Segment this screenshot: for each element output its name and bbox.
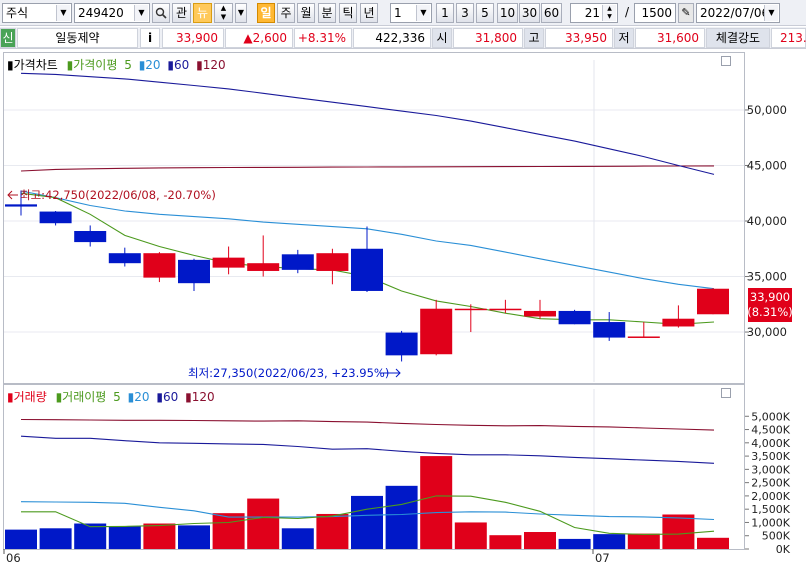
candle-body — [178, 259, 210, 284]
volume-bar — [489, 535, 522, 549]
price-tick-label: 50,000 — [747, 103, 787, 117]
candle-body — [281, 254, 314, 270]
candle-body — [247, 263, 280, 271]
x-tick-label: 07 — [595, 551, 610, 565]
grid-layer — [4, 60, 744, 549]
volume-bar — [697, 537, 729, 549]
volume-bar — [420, 456, 453, 549]
candle-body — [108, 253, 141, 264]
price-tick-label: 45,000 — [747, 158, 787, 172]
candle-body — [489, 308, 522, 311]
price-tick-label: 40,000 — [747, 214, 787, 228]
candle-body — [351, 248, 383, 291]
volume-tick-label: 500K — [762, 530, 791, 543]
candle-body — [385, 332, 418, 356]
ma60-line — [20, 72, 715, 175]
candle-body — [143, 253, 176, 278]
x-tick-label: 06 — [6, 551, 21, 565]
volume-tick-label: 4,500K — [751, 424, 790, 437]
price-tick-label: 35,000 — [747, 270, 787, 284]
volume-bar — [281, 528, 314, 549]
volume-bar — [558, 538, 591, 549]
volume-bar — [178, 525, 210, 549]
volume-bar — [627, 533, 660, 549]
volume-bar — [662, 514, 695, 549]
candle-body — [558, 310, 591, 325]
candle-body — [316, 253, 349, 271]
volume-tick-label: 3,500K — [751, 450, 790, 463]
volume-tick-label: 3,000K — [751, 463, 790, 476]
candles-layer — [5, 190, 729, 362]
volume-bar — [351, 495, 383, 549]
volume-tick-label: 2,500K — [751, 477, 790, 490]
volume-bar — [524, 532, 556, 549]
volume-bar — [108, 526, 141, 549]
volume-bar — [143, 523, 176, 549]
price-tick-label: 30,000 — [747, 325, 787, 339]
low-annotation: 최저:27,350(2022/06/23, +23.95%) — [188, 366, 389, 380]
candle-body — [627, 336, 660, 338]
candle-body — [593, 322, 626, 338]
x-axis: 06 07 — [3, 549, 610, 565]
chart-canvas: 50,000 45,000 40,000 35,000 30,000 5,000K4,5… — [3, 60, 793, 565]
candle-body — [420, 308, 453, 355]
volume-bar — [39, 528, 72, 549]
current-price-tag-price: 33,900 — [750, 290, 790, 304]
volume-tick-label: 5,000K — [751, 410, 790, 423]
volume-bar — [247, 498, 280, 549]
candle-body — [39, 211, 72, 224]
volume-tick-label: 2,000K — [751, 490, 790, 503]
volume-tick-label: 4,000K — [751, 437, 790, 450]
current-price-tag-change: (8.31%) — [747, 305, 793, 319]
candle-body — [5, 204, 37, 207]
candle-body — [697, 288, 729, 315]
volume-tick-label: 1,500K — [751, 503, 790, 516]
volume-tick-label: 0K — [776, 543, 791, 556]
volume-bar — [316, 513, 349, 549]
volume-bar — [74, 523, 107, 549]
volume-bar — [454, 522, 487, 549]
candle-body — [524, 310, 556, 317]
volume-bar — [212, 513, 245, 549]
ma120-line — [20, 165, 715, 172]
volume-bar — [385, 485, 418, 549]
volume-bar — [5, 529, 37, 549]
vma60-line — [20, 435, 715, 464]
candle-body — [454, 308, 487, 311]
volume-bar — [593, 534, 626, 549]
high-annotation: 최고:42,750(2022/06/08, -20.70%) — [20, 188, 216, 202]
volume-axis: 5,000K4,500K4,000K3,500K3,000K2,500K2,00… — [745, 410, 791, 556]
candle-body — [212, 257, 245, 268]
candle-body — [662, 318, 695, 327]
vma120-line — [20, 418, 715, 431]
volume-tick-label: 1,000K — [751, 516, 790, 529]
candle-body — [74, 230, 107, 243]
